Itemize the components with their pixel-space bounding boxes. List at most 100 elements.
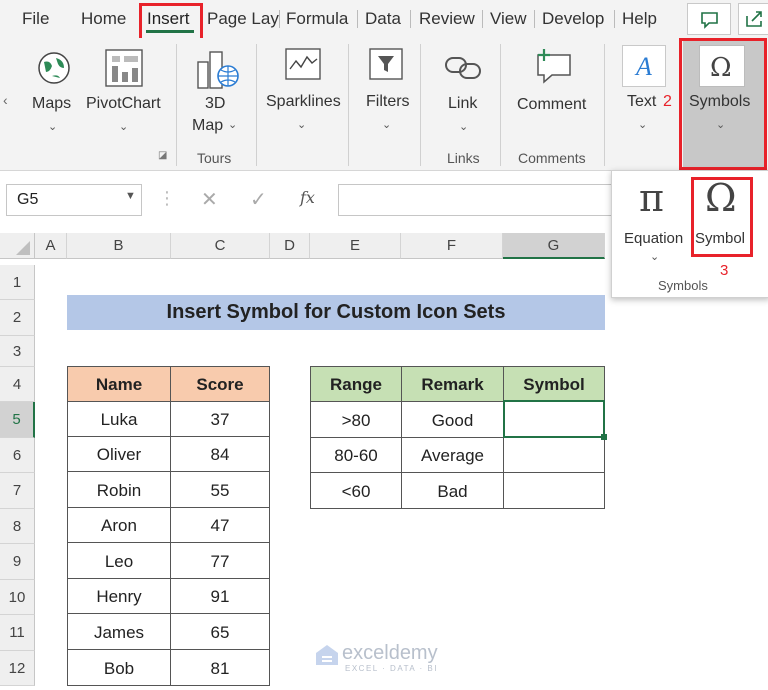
column-header-c[interactable]: C <box>171 233 270 259</box>
table-cell-range[interactable]: >80 <box>310 401 402 438</box>
table-cell-symbol[interactable] <box>503 437 605 473</box>
table-cell-name[interactable]: James <box>67 613 171 650</box>
tab-review[interactable]: Review <box>419 9 475 29</box>
3d-map-button[interactable]: Map <box>192 117 223 135</box>
table-cell-range[interactable]: 80-60 <box>310 437 402 473</box>
equation-button[interactable]: π Equation ⌄ <box>621 176 691 266</box>
comment-button[interactable]: Comment <box>517 96 586 114</box>
table2-header-remark[interactable]: Remark <box>401 366 504 402</box>
menu-separator <box>482 10 483 28</box>
tab-view[interactable]: View <box>490 9 527 29</box>
maps-button[interactable]: Maps <box>32 95 71 113</box>
tab-page-layout[interactable]: Page Lay <box>207 9 279 29</box>
row-header-5[interactable]: 5 <box>0 402 35 438</box>
table-cell-score[interactable]: 37 <box>170 401 270 437</box>
row-header-7[interactable]: 7 <box>0 473 35 509</box>
row-header-8[interactable]: 8 <box>0 509 35 544</box>
table-cell-symbol[interactable] <box>503 472 605 509</box>
row-header-10[interactable]: 10 <box>0 580 35 615</box>
table-cell-name[interactable]: Robin <box>67 471 171 508</box>
cancel-icon[interactable]: ✕ <box>201 187 218 212</box>
chevron-down-icon: ⌄ <box>650 251 660 263</box>
row-header-6[interactable]: 6 <box>0 438 35 473</box>
comments-pane-button[interactable] <box>687 3 731 35</box>
fill-handle[interactable] <box>601 434 607 440</box>
column-header-a[interactable]: A <box>35 233 67 259</box>
select-all-corner[interactable] <box>0 233 35 259</box>
3d-map-icon <box>196 48 240 97</box>
chevron-down-icon[interactable]: ⌄ <box>382 118 391 131</box>
tab-formulas[interactable]: Formula <box>286 9 348 29</box>
table2-header-symbol[interactable]: Symbol <box>503 366 605 402</box>
filters-button[interactable]: Filters <box>366 93 410 111</box>
table-cell-score[interactable]: 81 <box>170 649 270 686</box>
annotation-2: 2 <box>663 93 672 110</box>
table-cell-range[interactable]: <60 <box>310 472 402 509</box>
table-cell-remark[interactable]: Bad <box>401 472 504 509</box>
table-cell-name[interactable]: Aron <box>67 507 171 543</box>
maps-icon <box>36 50 72 91</box>
table-cell-name[interactable]: Bob <box>67 649 171 686</box>
tab-data[interactable]: Data <box>365 9 401 29</box>
table-cell-name[interactable]: Henry <box>67 578 171 614</box>
table-cell-score[interactable]: 65 <box>170 613 270 650</box>
table-cell-score[interactable]: 84 <box>170 436 270 472</box>
tab-home[interactable]: Home <box>81 9 126 29</box>
share-icon <box>746 11 762 27</box>
row-header-2[interactable]: 2 <box>0 300 35 336</box>
text-button[interactable]: Text <box>627 93 656 111</box>
share-button[interactable] <box>738 3 768 35</box>
column-header-e[interactable]: E <box>310 233 401 259</box>
pivotchart-button[interactable]: PivotChart <box>86 95 161 113</box>
chevron-down-icon[interactable]: ⌄ <box>638 118 647 131</box>
group-separator <box>176 44 177 166</box>
3d-map-label-line1[interactable]: 3D <box>205 95 225 113</box>
row-header-1[interactable]: 1 <box>0 265 35 300</box>
column-header-d[interactable]: D <box>270 233 310 259</box>
tab-file[interactable]: File <box>22 9 49 29</box>
row-header-11[interactable]: 11 <box>0 615 35 651</box>
column-header-b[interactable]: B <box>67 233 171 259</box>
table-cell-score[interactable]: 77 <box>170 542 270 579</box>
text-box-frame: A <box>622 45 666 87</box>
table-cell-name[interactable]: Luka <box>67 401 171 437</box>
row-header-9[interactable]: 9 <box>0 544 35 580</box>
table-cell-score[interactable]: 55 <box>170 471 270 508</box>
sheet-title[interactable]: Insert Symbol for Custom Icon Sets <box>67 295 605 330</box>
chevron-down-icon[interactable]: ⌄ <box>459 120 468 133</box>
chevron-down-icon[interactable]: ⌄ <box>48 120 57 133</box>
enter-check-icon[interactable]: ✓ <box>250 187 267 212</box>
column-header-g[interactable]: G <box>503 233 605 259</box>
link-button[interactable]: Link <box>448 95 477 113</box>
formula-input[interactable] <box>338 184 620 216</box>
table-cell-remark[interactable]: Average <box>401 437 504 473</box>
exceldemy-logo-icon <box>314 643 340 674</box>
name-box[interactable]: G5 ▼ <box>6 184 142 216</box>
ribbon-scroll-left-icon[interactable]: ‹ <box>3 92 8 108</box>
table1-header-name[interactable]: Name <box>67 366 171 402</box>
table-cell-score[interactable]: 47 <box>170 507 270 543</box>
tab-developer[interactable]: Develop <box>542 9 604 29</box>
sparklines-button[interactable]: Sparklines <box>266 93 341 111</box>
chevron-down-icon[interactable]: ⌄ <box>297 118 306 131</box>
table-cell-score[interactable]: 91 <box>170 578 270 614</box>
table1-header-score[interactable]: Score <box>170 366 270 402</box>
more-options-icon[interactable]: ⋮ <box>158 188 176 209</box>
row-header-3[interactable]: 3 <box>0 336 35 367</box>
chevron-down-icon[interactable]: ⌄ <box>228 118 237 131</box>
select-all-icon <box>16 241 30 255</box>
chevron-down-icon[interactable]: ▼ <box>125 190 136 202</box>
row-header-12[interactable]: 12 <box>0 651 35 686</box>
chevron-down-icon[interactable]: ⌄ <box>119 120 128 133</box>
table-cell-name[interactable]: Oliver <box>67 436 171 472</box>
column-header-f[interactable]: F <box>401 233 503 259</box>
row-header-4[interactable]: 4 <box>0 367 35 402</box>
table-cell-name[interactable]: Leo <box>67 542 171 579</box>
table2-header-range[interactable]: Range <box>310 366 402 402</box>
dialog-launcher-icon[interactable]: ◪ <box>158 150 167 161</box>
tab-help[interactable]: Help <box>622 9 657 29</box>
symbols-group-label: Symbols <box>658 278 708 293</box>
insert-function-icon[interactable]: fx <box>300 188 315 207</box>
table-cell-remark[interactable]: Good <box>401 401 504 438</box>
active-cell-selection[interactable] <box>503 400 605 438</box>
